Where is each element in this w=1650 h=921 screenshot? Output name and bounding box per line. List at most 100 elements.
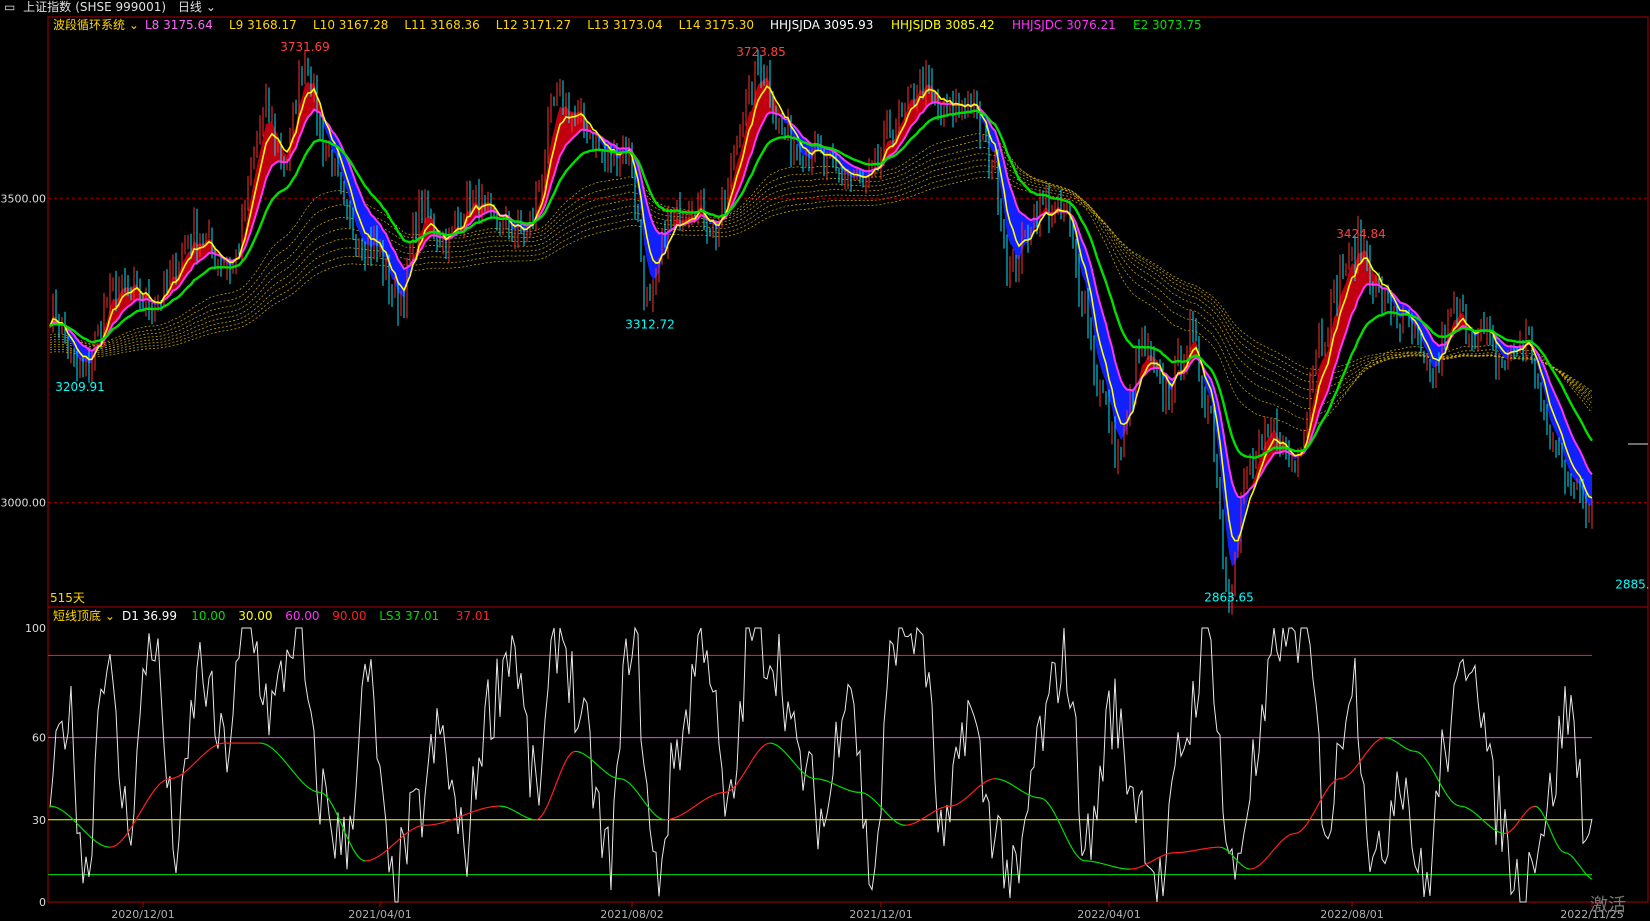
ls3-segment	[886, 813, 891, 818]
ls3-segment	[1264, 856, 1269, 861]
ls3-segment	[541, 810, 546, 816]
ls3-segment	[742, 769, 747, 776]
ls3-segment	[1531, 805, 1536, 808]
ls3-segment	[559, 766, 564, 775]
ls3-segment	[1027, 793, 1032, 797]
ls3-segment	[1522, 811, 1527, 817]
main-indicator-selector[interactable]: 波段循环系统 ⌄	[53, 17, 139, 32]
legend-item: 10.00	[191, 609, 225, 623]
chevron-down-icon: ⌄	[125, 18, 139, 32]
sub-indicator-name: 短线顶底	[53, 608, 101, 623]
ls3-segment	[1525, 808, 1530, 813]
ls3-segment	[487, 806, 492, 809]
hhjsjdc-line	[49, 101, 1593, 499]
main-indicator-name: 波段循环系统	[53, 17, 125, 32]
ls3-segment	[868, 795, 873, 799]
ls3-segment	[628, 782, 633, 787]
x-tick-label: 2021/04/01	[348, 908, 411, 921]
ls3-segment	[1471, 810, 1476, 814]
ls3-segment	[1135, 866, 1140, 869]
ls3-segment	[1279, 839, 1284, 844]
ls3-segment	[610, 775, 615, 778]
ls3-segment	[1030, 795, 1035, 798]
ls3-segment	[712, 793, 717, 796]
ls3-segment	[874, 800, 879, 805]
ls3-segment	[547, 796, 552, 805]
ls3-segment	[973, 787, 978, 792]
ls3-segment	[280, 756, 285, 761]
ls3-segment	[553, 781, 558, 790]
price-bars	[49, 49, 1593, 615]
ls3-segment	[1021, 790, 1026, 794]
ls3-segment	[865, 793, 870, 797]
kline-chart[interactable]: 3731.69 3723.85 3424.84 3209.91 3312.72 2863.…	[0, 0, 1650, 921]
main-y-axis: 3500.00 3000.00	[1, 192, 47, 509]
ls3-segment	[544, 804, 549, 811]
ls3-segment	[760, 745, 765, 749]
ls3-segment	[298, 778, 303, 783]
ls3-segment	[625, 780, 630, 784]
ls3-segment	[1162, 853, 1167, 857]
ls3-segment	[520, 814, 525, 817]
ls3-segment	[670, 817, 675, 820]
ls3-segment	[871, 797, 876, 802]
ls3-segment	[1429, 765, 1434, 771]
ls3-segment	[1390, 738, 1395, 742]
ls3-segment	[598, 765, 603, 770]
peak-labels: 3731.69 3723.85 3424.84 3209.91 3312.72 2863.…	[55, 40, 1650, 604]
y-tick-label: 0	[39, 896, 46, 909]
ls3-segment	[1282, 836, 1287, 841]
ls3-segment	[922, 816, 927, 820]
ls3-segment	[190, 763, 195, 768]
ls3-segment	[925, 814, 930, 818]
ls3-segment	[1102, 863, 1107, 866]
ls3-segment	[1546, 822, 1551, 830]
sub-indicator-selector[interactable]: 短线顶底 ⌄	[53, 608, 115, 623]
ls3-segment	[1006, 781, 1011, 785]
ls3-segment	[1423, 756, 1428, 762]
sub-y-axis: 100 60 30 0	[25, 622, 46, 909]
ls3-segment	[1195, 849, 1200, 851]
ls3-segment	[1516, 819, 1521, 825]
ls3-segment	[844, 788, 849, 791]
ls3-segment	[1462, 805, 1467, 809]
ls3-segment	[1222, 847, 1227, 851]
ls3-segment	[1009, 783, 1014, 786]
ls3-segment	[571, 750, 576, 754]
ls3-segment	[523, 815, 528, 819]
ls3-segment	[478, 808, 483, 811]
ls3-segment	[1141, 864, 1146, 867]
ls3-segment	[1489, 825, 1494, 830]
ls3-segment	[1504, 832, 1509, 835]
ls3-segment	[1015, 786, 1020, 790]
ls3-segment	[76, 823, 81, 828]
ls3-segment	[550, 789, 555, 798]
ls3-segment	[1255, 864, 1260, 868]
ls3-segment	[157, 782, 162, 787]
ls3-segment	[1138, 865, 1143, 868]
ls3-segment	[1396, 741, 1401, 745]
ls3-segment	[643, 800, 648, 806]
ls3-segment	[394, 839, 399, 844]
ls3-segment	[682, 811, 687, 815]
ls3-segment	[1072, 849, 1077, 855]
ls3-segment	[697, 801, 702, 805]
ls3-segment	[1363, 751, 1368, 757]
ls3-segment	[1342, 776, 1347, 779]
ls3-segment	[463, 813, 468, 816]
ls3-segment	[358, 857, 363, 861]
ls3-segment	[1453, 802, 1458, 806]
ls3-segment	[1579, 866, 1584, 871]
ls3-segment	[898, 823, 903, 826]
ls3-segment	[196, 757, 201, 762]
ls3-segment	[1261, 859, 1266, 864]
ls3-segment	[1561, 850, 1566, 854]
ls3-segment	[1054, 813, 1059, 821]
ls3-segment	[538, 815, 543, 820]
ls3-segment	[1039, 797, 1044, 800]
ls3-segment	[943, 805, 948, 808]
ls3-segment	[1243, 866, 1248, 870]
ls3-segment	[592, 760, 597, 765]
ls3-segment	[1201, 848, 1206, 850]
ls3-segment	[1267, 852, 1272, 857]
